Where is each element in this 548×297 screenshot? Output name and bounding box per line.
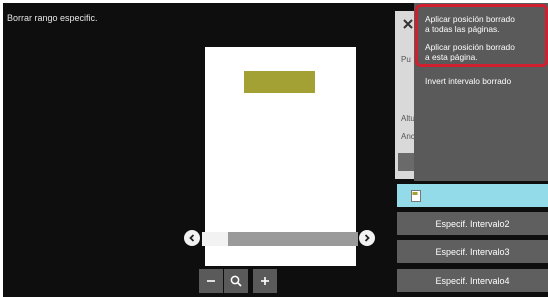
range4-button[interactable]: Especif. Intervalo4 (397, 269, 548, 292)
page-title: Borrar rango especific. (7, 13, 98, 23)
document-icon (411, 189, 421, 202)
zoom-in-button[interactable] (253, 269, 277, 293)
scroll-left-button[interactable] (184, 230, 200, 246)
scroll-thumb[interactable] (202, 232, 228, 246)
search-icon (230, 275, 242, 287)
plus-icon (261, 277, 269, 285)
minus-icon (207, 280, 215, 282)
menu-item-invert-range[interactable]: Invert intervalo borrado (425, 76, 511, 86)
chevron-left-icon (189, 234, 195, 242)
chevron-right-icon (364, 234, 370, 242)
scroll-right-button[interactable] (359, 230, 375, 246)
zoom-out-button[interactable] (199, 269, 223, 293)
erase-area[interactable] (244, 71, 315, 93)
screen: Borrar rango especific. Pu Altu Anc Apli… (3, 3, 548, 297)
height-label: Altu (401, 114, 415, 123)
highlight-frame (415, 4, 548, 67)
close-icon[interactable] (401, 17, 415, 31)
range3-button[interactable]: Especif. Intervalo3 (397, 240, 548, 263)
zoom-fit-button[interactable] (224, 269, 248, 293)
width-label: Anc (401, 132, 415, 141)
range1-button[interactable] (397, 184, 548, 207)
position-label: Pu (401, 55, 411, 64)
range2-button[interactable]: Especif. Intervalo2 (397, 212, 548, 235)
horizontal-scrollbar[interactable] (202, 232, 358, 246)
